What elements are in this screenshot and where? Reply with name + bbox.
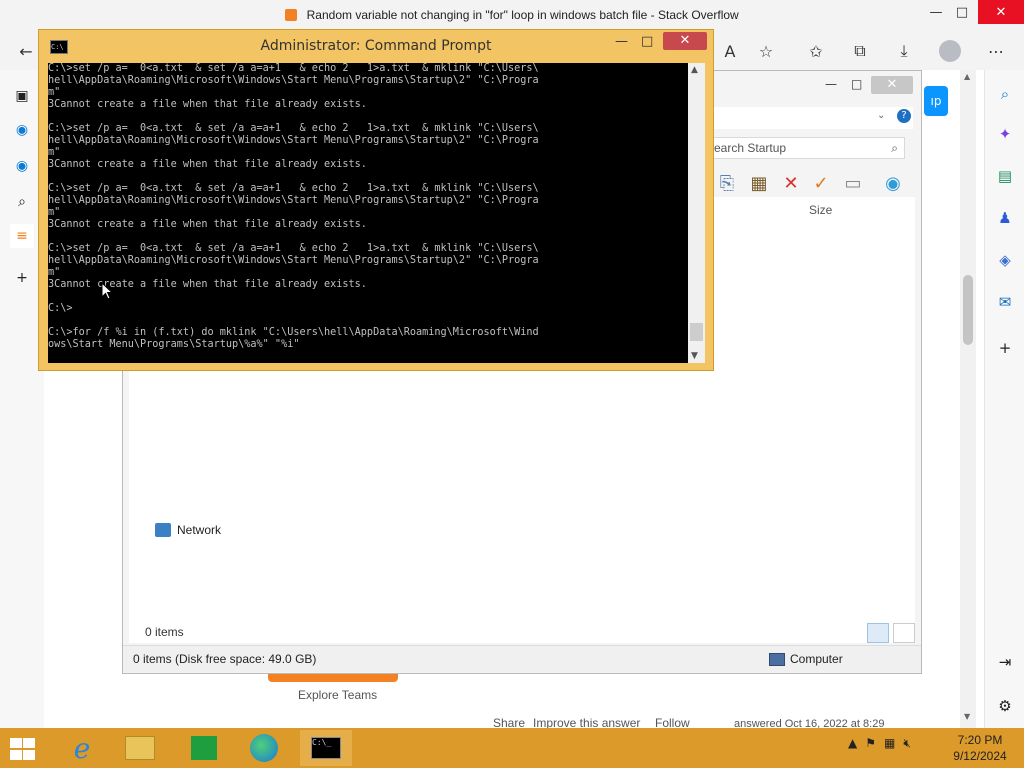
start-button[interactable]	[8, 736, 36, 760]
explore-teams-link[interactable]: Explore Teams	[298, 688, 377, 702]
explorer-toolbar: ⎘ ▦ ✕ ✓ ▭ ◉	[715, 169, 911, 197]
command-prompt-window: C:\ Administrator: Command Prompt — □ ✕ …	[38, 29, 714, 371]
paste-icon[interactable]: ▦	[747, 171, 771, 195]
network-item[interactable]: Network	[155, 523, 221, 537]
file-explorer-icon[interactable]	[114, 730, 166, 766]
search-startup-input[interactable]: earch Startup ⌕	[711, 137, 905, 159]
copilot-icon[interactable]: ✦	[993, 122, 1017, 146]
scroll-up-icon[interactable]: ▲	[964, 72, 970, 81]
search-icon: ⌕	[891, 141, 898, 155]
console-output[interactable]: C:\>set /p a= 0<a.txt & set /a a=a+1 & e…	[48, 63, 688, 363]
large-icons-view-button[interactable]	[893, 623, 915, 643]
maximize-button[interactable]: □	[942, 0, 982, 24]
system-tray: ▲ ⚑ ▦ 🔇︎	[848, 736, 911, 751]
explorer-minimize-button[interactable]: —	[825, 77, 837, 91]
network-icon[interactable]: ▦	[884, 736, 895, 751]
browser-titlebar: Random variable not changing in "for" lo…	[0, 0, 1024, 32]
details-view-button[interactable]	[867, 623, 889, 643]
tools-icon[interactable]: ▤	[993, 164, 1017, 188]
status-location: Computer	[790, 652, 843, 666]
mouse-cursor-icon	[101, 282, 113, 300]
browser-window-title: Random variable not changing in "for" lo…	[306, 8, 739, 22]
console-text: C:\>set /p a= 0<a.txt & set /a a=a+1 & e…	[48, 63, 539, 350]
settings-gear-icon[interactable]: ⚙	[993, 694, 1017, 718]
cmd-minimize-button[interactable]: —	[615, 34, 628, 49]
collections-icon[interactable]: ⧉	[846, 37, 874, 65]
cmd-scroll-thumb[interactable]	[690, 323, 703, 341]
close-button[interactable]: ✕	[978, 0, 1024, 24]
rename-check-icon[interactable]: ✓	[809, 171, 833, 195]
cmd-maximize-button[interactable]: □	[641, 34, 653, 49]
size-column-header[interactable]: Size	[809, 203, 832, 217]
properties-icon[interactable]: ▭	[841, 171, 865, 195]
search-icon[interactable]: ⌕	[993, 82, 1017, 106]
stack-overflow-tab-icon[interactable]: ≡	[10, 224, 34, 248]
tab-actions-icon[interactable]: ▣	[10, 84, 34, 108]
scroll-up-icon[interactable]: ▲	[691, 65, 698, 75]
search-tab-icon[interactable]: ⌕	[10, 190, 34, 214]
clock[interactable]: 7:20 PM 9/12/2024	[944, 732, 1016, 764]
edge-sidebar: ⌕ ✦ ▤ ♟ ◈ ✉ + ⇥ ⚙	[984, 70, 1024, 728]
explorer-close-button[interactable]: ✕	[871, 76, 913, 94]
copy-icon[interactable]: ⎘	[715, 171, 739, 195]
signup-button[interactable]: ıp	[924, 86, 948, 116]
command-prompt-icon[interactable]: C:\_	[300, 730, 352, 766]
microsoft365-icon[interactable]: ◈	[993, 248, 1017, 272]
store-icon[interactable]	[178, 730, 230, 766]
games-icon[interactable]: ♟	[993, 206, 1017, 230]
help-icon[interactable]: ?	[897, 109, 911, 123]
add-sidebar-app-icon[interactable]: +	[993, 336, 1017, 360]
cmd-scrollbar[interactable]: ▲ ▼	[688, 63, 705, 363]
back-icon[interactable]: ←	[12, 37, 40, 65]
read-aloud-icon[interactable]: A	[716, 37, 744, 65]
chevron-down-icon[interactable]: ⌄	[877, 110, 885, 121]
downloads-icon[interactable]: ⤓	[890, 37, 918, 65]
network-icon	[155, 523, 171, 537]
scroll-thumb[interactable]	[963, 275, 973, 345]
edge-icon[interactable]	[238, 730, 290, 766]
clock-time: 7:20 PM	[957, 733, 1003, 747]
edge-tab-icon[interactable]: ◉	[10, 118, 34, 142]
cmd-window-title: Administrator: Command Prompt	[260, 38, 492, 54]
show-hidden-icons-icon[interactable]: ▲	[848, 736, 857, 751]
stack-overflow-favicon-icon	[285, 9, 298, 21]
scroll-down-icon[interactable]: ▼	[964, 712, 970, 721]
explorer-maximize-button[interactable]: □	[851, 77, 862, 91]
cmd-close-button[interactable]: ✕	[663, 32, 707, 50]
status-disk-free: 0 items (Disk free space: 49.0 GB)	[133, 652, 317, 666]
more-menu-icon[interactable]: ⋯	[982, 37, 1010, 65]
page-scrollbar[interactable]: ▲ ▼	[960, 70, 976, 728]
hide-sidebar-icon[interactable]: ⇥	[993, 650, 1017, 674]
computer-icon	[769, 652, 785, 666]
edge-tab-icon[interactable]: ◉	[10, 154, 34, 178]
taskbar: e C:\_ ▲ ⚑ ▦ 🔇︎ 7:20 PM 9/12/2024	[0, 728, 1024, 768]
avatar	[939, 40, 961, 62]
delete-icon[interactable]: ✕	[779, 171, 803, 195]
profile-icon[interactable]	[936, 37, 964, 65]
address-bar[interactable]: ⌄ ?	[713, 107, 913, 129]
view-icon[interactable]: ◉	[881, 171, 905, 195]
status-bar: 0 items (Disk free space: 49.0 GB) Compu…	[123, 645, 921, 672]
add-favorite-icon[interactable]: ☆	[752, 37, 780, 65]
scroll-down-icon[interactable]: ▼	[691, 351, 698, 361]
outlook-icon[interactable]: ✉	[993, 290, 1017, 314]
new-tab-icon[interactable]: +	[10, 266, 34, 290]
clock-date: 9/12/2024	[953, 749, 1007, 763]
action-center-flag-icon[interactable]: ⚑	[865, 736, 876, 751]
volume-muted-icon[interactable]: 🔇︎	[903, 736, 911, 751]
internet-explorer-icon[interactable]: e	[56, 730, 108, 766]
favorites-icon[interactable]: ✩	[802, 37, 830, 65]
item-count: 0 items	[145, 625, 184, 639]
